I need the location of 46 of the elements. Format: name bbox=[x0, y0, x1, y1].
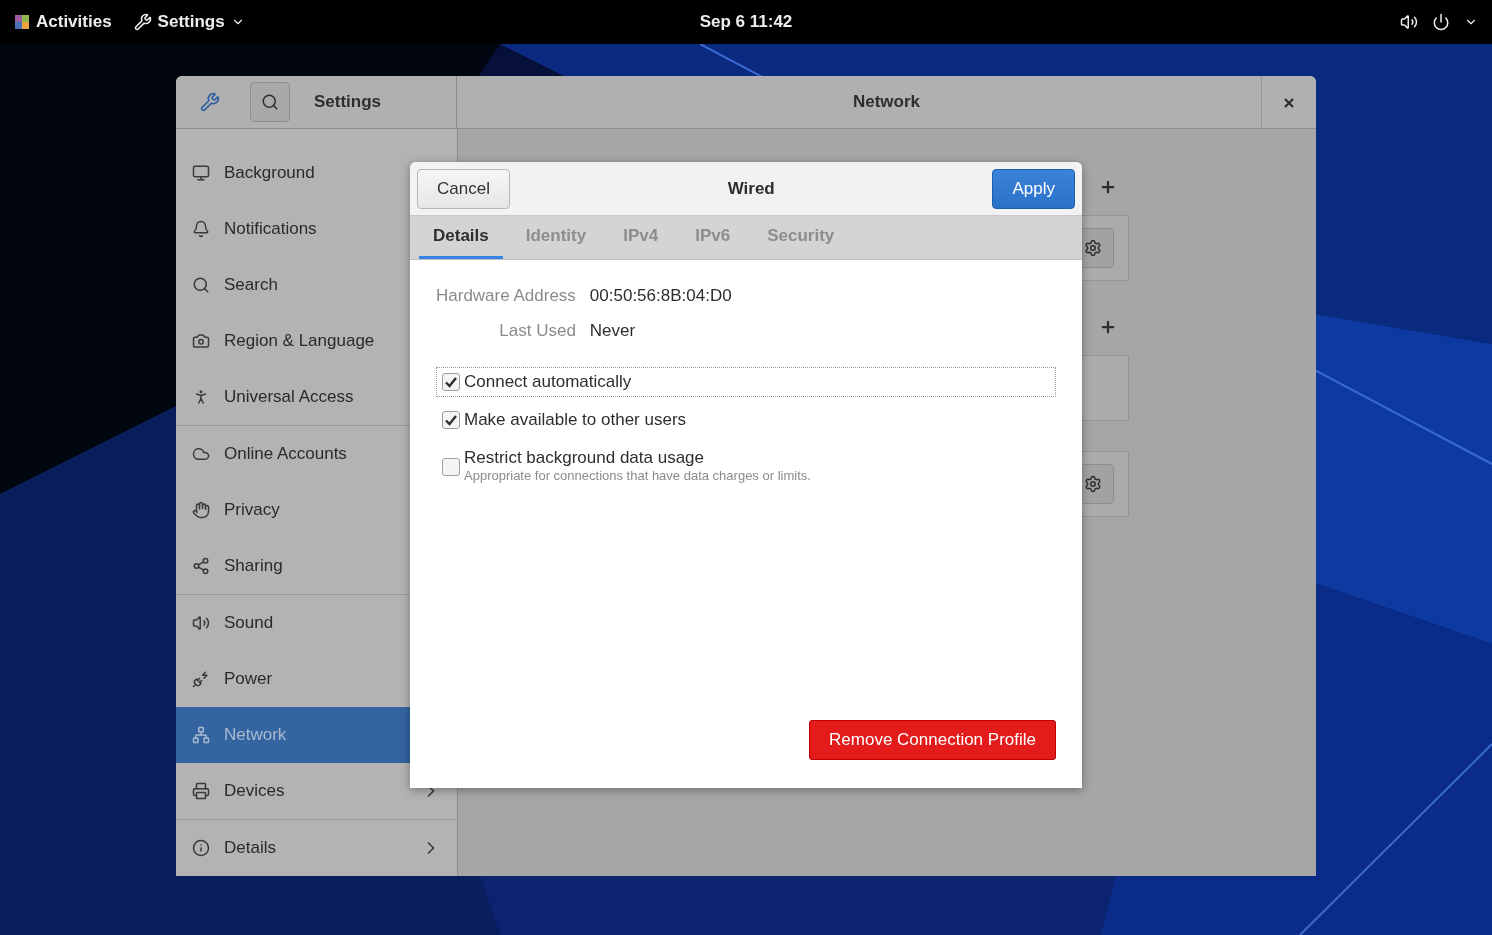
hand-icon bbox=[192, 501, 210, 519]
speaker-icon bbox=[192, 614, 210, 632]
network-icon bbox=[192, 726, 210, 744]
checkbox-label: Make available to other users bbox=[464, 410, 687, 430]
cloud-icon bbox=[192, 445, 210, 463]
add-icon[interactable] bbox=[1099, 178, 1117, 196]
tools-icon bbox=[133, 13, 152, 31]
printer-icon bbox=[192, 782, 210, 800]
checkbox[interactable] bbox=[442, 458, 460, 476]
logo-icon bbox=[14, 14, 30, 30]
sidebar-item[interactable]: Details bbox=[176, 820, 457, 876]
hint-text: Appropriate for connections that have data charges or limits. bbox=[464, 468, 811, 483]
field-label: Last Used bbox=[498, 321, 576, 341]
dialog-title: Wired bbox=[726, 178, 776, 199]
search-icon bbox=[261, 93, 279, 111]
monitor-icon bbox=[192, 164, 210, 182]
window-title: Network bbox=[852, 92, 921, 112]
checkbox[interactable] bbox=[442, 373, 460, 391]
activities-button[interactable]: Activities bbox=[14, 12, 112, 32]
checkbox[interactable] bbox=[442, 411, 460, 429]
field-value: Never bbox=[589, 321, 637, 341]
remove-button[interactable]: Remove Connection Profile bbox=[809, 720, 1056, 760]
bell-icon bbox=[192, 220, 210, 238]
plug-icon bbox=[192, 670, 210, 688]
volume-icon[interactable] bbox=[1400, 13, 1418, 31]
tab[interactable]: Details bbox=[419, 216, 503, 259]
add-icon[interactable] bbox=[1099, 318, 1117, 336]
info-icon bbox=[192, 839, 210, 857]
search-icon bbox=[192, 276, 210, 294]
field-value: 00:50:56:8B:04:D0 bbox=[589, 286, 733, 306]
field-label: Hardware Address bbox=[436, 286, 576, 306]
checkbox-label: Restrict background data usage bbox=[464, 448, 706, 468]
cancel-button[interactable]: Cancel bbox=[417, 168, 510, 209]
share-icon bbox=[192, 557, 210, 575]
power-icon[interactable] bbox=[1432, 13, 1450, 31]
sidebar-item[interactable]: Devices bbox=[176, 763, 457, 819]
gear-icon bbox=[1084, 475, 1102, 493]
apply-button[interactable]: Apply bbox=[992, 168, 1075, 209]
app-menu[interactable]: Settings bbox=[133, 12, 245, 32]
close-icon bbox=[1283, 97, 1295, 109]
gear-icon bbox=[1084, 239, 1102, 257]
sidebar-title: Settings bbox=[314, 92, 382, 112]
camera-icon bbox=[192, 332, 210, 350]
checkbox-label: Connect automatically bbox=[464, 372, 632, 392]
clock[interactable]: Sep 6 11:42 bbox=[699, 12, 793, 31]
search-button[interactable] bbox=[250, 82, 290, 122]
